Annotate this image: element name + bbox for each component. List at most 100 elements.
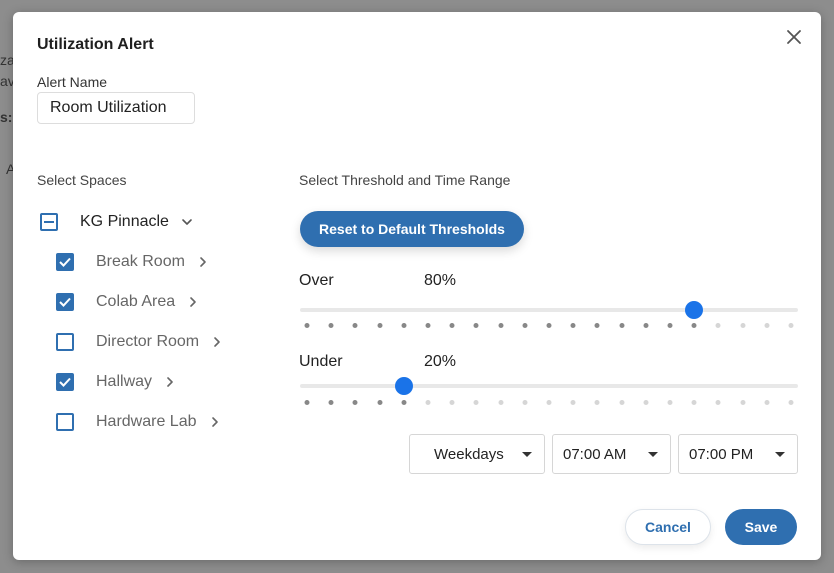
slider-tick (377, 323, 383, 328)
under-slider-thumb[interactable] (394, 377, 413, 395)
chevron-right-icon[interactable] (209, 416, 221, 428)
space-tree-parent: KG Pinnacle (40, 210, 193, 234)
slider-tick (715, 323, 721, 328)
over-value: 80% (424, 272, 457, 289)
slider-tick (546, 323, 552, 328)
alert-name-input[interactable] (37, 92, 195, 124)
slider-tick (594, 400, 600, 405)
space-label: Hardware Lab (96, 413, 197, 430)
slider-tick (328, 400, 334, 405)
alert-name-label: Alert Name (37, 74, 108, 90)
space-label: Director Room (96, 333, 200, 350)
slider-tick (546, 400, 552, 405)
chevron-right-icon[interactable] (211, 336, 223, 348)
slider-tick (522, 323, 528, 328)
under-slider-ticks (300, 400, 798, 406)
space-label: Colab Area (96, 293, 176, 310)
under-slider-track[interactable] (300, 377, 798, 395)
chevron-right-icon[interactable] (197, 256, 209, 268)
chevron-right-icon[interactable] (187, 296, 199, 308)
close-icon[interactable] (783, 26, 805, 48)
dialog-title: Utilization Alert (37, 36, 154, 53)
caret-down-icon (648, 452, 658, 457)
slider-tick (377, 400, 383, 405)
slider-tick (788, 323, 794, 328)
slider-tick (570, 400, 576, 405)
utilization-alert-dialog: Utilization Alert Alert Name Select Spac… (13, 12, 821, 560)
slider-tick (304, 400, 310, 405)
slider-tick (570, 323, 576, 328)
check-icon (59, 297, 71, 307)
space-checkbox[interactable] (56, 333, 74, 351)
slider-tick (304, 323, 310, 328)
slider-tick (619, 323, 625, 328)
slider-tick (691, 323, 697, 328)
end-time-select[interactable]: 07:00 PM (678, 434, 798, 474)
start-time-select[interactable]: 07:00 AM (552, 434, 671, 474)
slider-tick (498, 400, 504, 405)
check-icon (59, 257, 71, 267)
space-item-colab-area: Colab Area (56, 290, 199, 314)
over-label: Over (299, 272, 334, 289)
slider-tick (764, 323, 770, 328)
under-label: Under (299, 353, 343, 370)
under-value: 20% (424, 353, 457, 370)
reset-thresholds-button[interactable]: Reset to Default Thresholds (300, 211, 524, 247)
slider-tick (522, 400, 528, 405)
slider-tick (715, 400, 721, 405)
space-item-hallway: Hallway (56, 370, 176, 394)
slider-tick (449, 323, 455, 328)
cancel-button[interactable]: Cancel (625, 509, 711, 545)
slider-tick (643, 400, 649, 405)
slider-tick (691, 400, 697, 405)
space-label: Hallway (96, 373, 153, 390)
slider-tick (619, 400, 625, 405)
threshold-section-label: Select Threshold and Time Range (299, 172, 511, 188)
slider-tick (740, 400, 746, 405)
slider-tick (594, 323, 600, 328)
start-time-value: 07:00 AM (563, 445, 627, 463)
over-slider-ticks (300, 323, 798, 329)
slider-tick (473, 400, 479, 405)
slider-tick (498, 323, 504, 328)
over-slider-thumb[interactable] (685, 301, 704, 319)
space-checkbox[interactable] (56, 253, 74, 271)
space-checkbox[interactable] (56, 413, 74, 431)
parent-checkbox[interactable] (40, 213, 58, 231)
caret-down-icon (775, 452, 785, 457)
slider-tick (352, 323, 358, 328)
indeterminate-icon (44, 221, 54, 223)
check-icon (59, 377, 71, 387)
space-checkbox[interactable] (56, 373, 74, 391)
slider-tick (473, 323, 479, 328)
slider-tick (352, 400, 358, 405)
space-label: Break Room (96, 253, 185, 270)
slider-tick (643, 323, 649, 328)
slider-tick (425, 400, 431, 405)
slider-tick (667, 323, 673, 328)
caret-down-icon (522, 452, 532, 457)
slider-tick (740, 323, 746, 328)
days-select[interactable]: Weekdays (409, 434, 545, 474)
space-item-director-room: Director Room (56, 330, 223, 354)
slider-tick (425, 323, 431, 328)
chevron-down-icon[interactable] (181, 216, 193, 228)
background-text: s: (0, 109, 13, 125)
slider-tick (401, 323, 407, 328)
space-item-break-room: Break Room (56, 250, 209, 274)
slider-tick (764, 400, 770, 405)
select-spaces-label: Select Spaces (37, 172, 127, 188)
over-slider-track[interactable] (300, 301, 798, 319)
space-item-hardware-lab: Hardware Lab (56, 410, 221, 434)
save-button[interactable]: Save (725, 509, 797, 545)
slider-tick (328, 323, 334, 328)
slider-tick (449, 400, 455, 405)
slider-tick (667, 400, 673, 405)
slider-tick (401, 400, 407, 405)
end-time-value: 07:00 PM (689, 445, 754, 463)
space-parent-label: KG Pinnacle (80, 213, 169, 230)
chevron-right-icon[interactable] (164, 376, 176, 388)
space-checkbox[interactable] (56, 293, 74, 311)
slider-tick (788, 400, 794, 405)
days-select-value: Weekdays (434, 445, 504, 463)
